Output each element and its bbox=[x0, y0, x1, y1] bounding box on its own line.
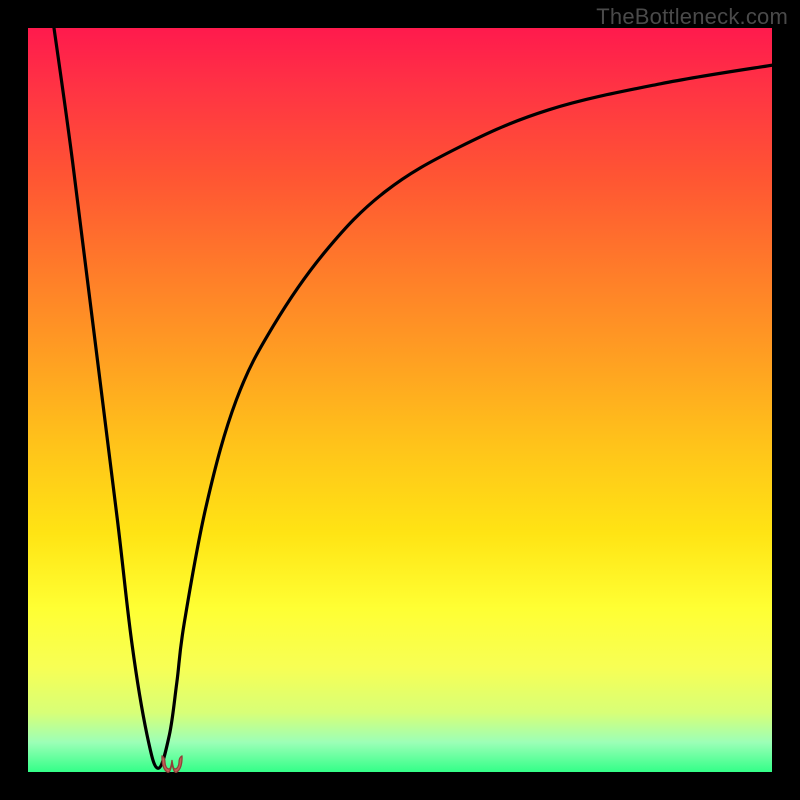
bottleneck-curve bbox=[54, 28, 772, 768]
minimum-marker bbox=[159, 754, 185, 776]
curve-layer bbox=[28, 28, 772, 772]
u-shape-icon bbox=[162, 756, 182, 772]
watermark-text: TheBottleneck.com bbox=[596, 4, 788, 30]
chart-frame: TheBottleneck.com bbox=[0, 0, 800, 800]
plot-area bbox=[28, 28, 772, 772]
